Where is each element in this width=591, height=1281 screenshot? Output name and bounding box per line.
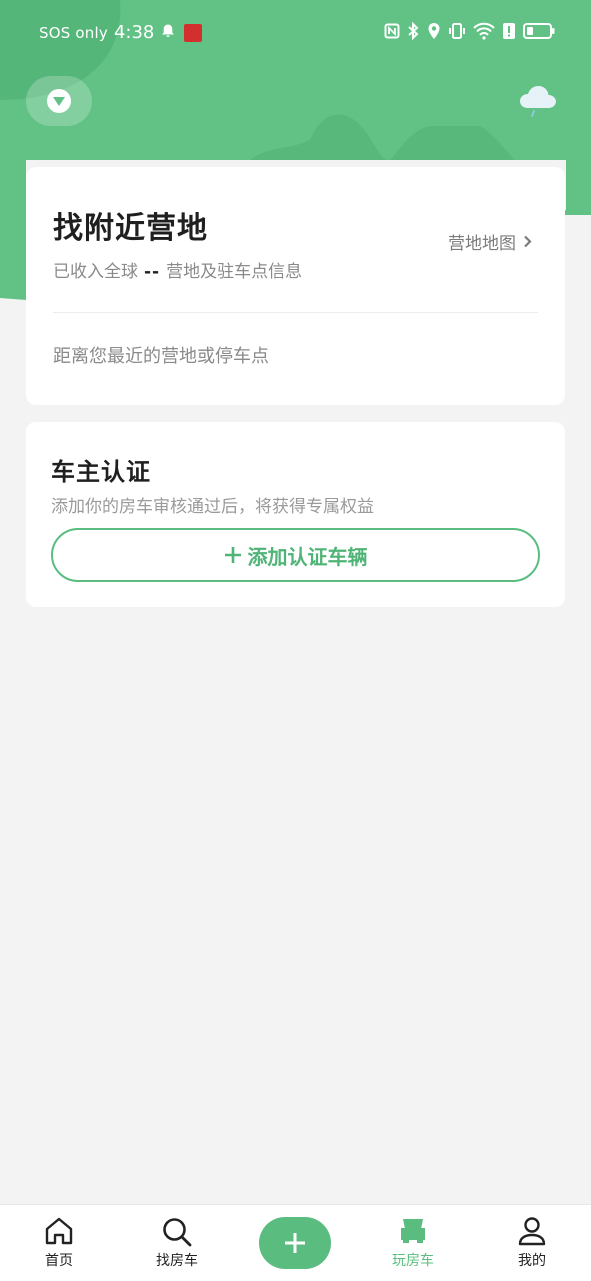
find-campsite-title: 找附近营地 <box>53 211 208 246</box>
owner-verification-description: 添加你的房车审核通过后，将获得专属权益 <box>51 497 374 517</box>
bell-icon <box>160 23 176 43</box>
plus-icon <box>285 1233 305 1253</box>
campsite-map-label: 营地地图 <box>448 234 516 254</box>
vibrate-icon <box>448 22 466 44</box>
wifi-icon <box>473 22 495 44</box>
rv-icon <box>398 1216 428 1250</box>
user-icon <box>517 1216 547 1250</box>
tab-mine-label: 我的 <box>518 1253 546 1269</box>
home-icon <box>44 1216 74 1250</box>
campsite-count-subtitle: 已收入全球 -- 营地及驻车点信息 <box>53 257 302 282</box>
alert-icon <box>502 22 516 44</box>
carrier-text: SOS only <box>39 23 108 42</box>
tab-play-rv-label: 玩房车 <box>392 1253 434 1269</box>
tab-find-rv[interactable]: 找房车 <box>127 1205 227 1281</box>
location-icon <box>427 22 441 44</box>
owner-verification-title: 车主认证 <box>51 458 151 486</box>
status-bar: SOS only 4:38 <box>0 0 591 66</box>
bluetooth-icon <box>407 21 420 44</box>
divider <box>53 312 538 313</box>
owner-verification-card: 车主认证 添加你的房车审核通过后，将获得专属权益 添加认证车辆 <box>26 422 565 607</box>
clock-text: 4:38 <box>113 22 155 43</box>
app-notification-icon <box>184 23 203 42</box>
subtitle-suffix: 营地及驻车点信息 <box>166 262 303 282</box>
subtitle-prefix: 已收入全球 <box>53 262 138 282</box>
plus-icon <box>224 547 241 563</box>
add-vehicle-button[interactable]: 添加认证车辆 <box>51 528 540 582</box>
tab-play-rv[interactable]: 玩房车 <box>363 1205 463 1281</box>
chevron-right-icon <box>524 235 532 248</box>
location-dropdown-button[interactable] <box>26 76 92 126</box>
find-campsite-card[interactable]: 找附近营地 营地地图 已收入全球 -- 营地及驻车点信息 距离您最近的营地或停车点 <box>26 167 565 405</box>
tab-home[interactable]: 首页 <box>9 1205 109 1281</box>
cloud-rain-icon[interactable] <box>518 84 558 122</box>
bottom-tab-bar: 首页 找房车 玩房车 我的 <box>0 1204 591 1281</box>
tab-home-label: 首页 <box>45 1253 73 1269</box>
tab-mine[interactable]: 我的 <box>482 1205 582 1281</box>
battery-icon <box>523 22 555 44</box>
search-icon <box>161 1216 193 1252</box>
tab-find-rv-label: 找房车 <box>156 1253 198 1269</box>
add-post-button[interactable] <box>259 1217 331 1269</box>
campsite-count: -- <box>144 262 161 282</box>
add-vehicle-label: 添加认证车辆 <box>247 544 368 569</box>
chevron-down-icon <box>47 89 71 113</box>
nearest-campsite-text: 距离您最近的营地或停车点 <box>53 346 269 367</box>
campsite-map-link[interactable]: 营地地图 <box>448 229 532 254</box>
nfc-icon <box>384 23 400 43</box>
